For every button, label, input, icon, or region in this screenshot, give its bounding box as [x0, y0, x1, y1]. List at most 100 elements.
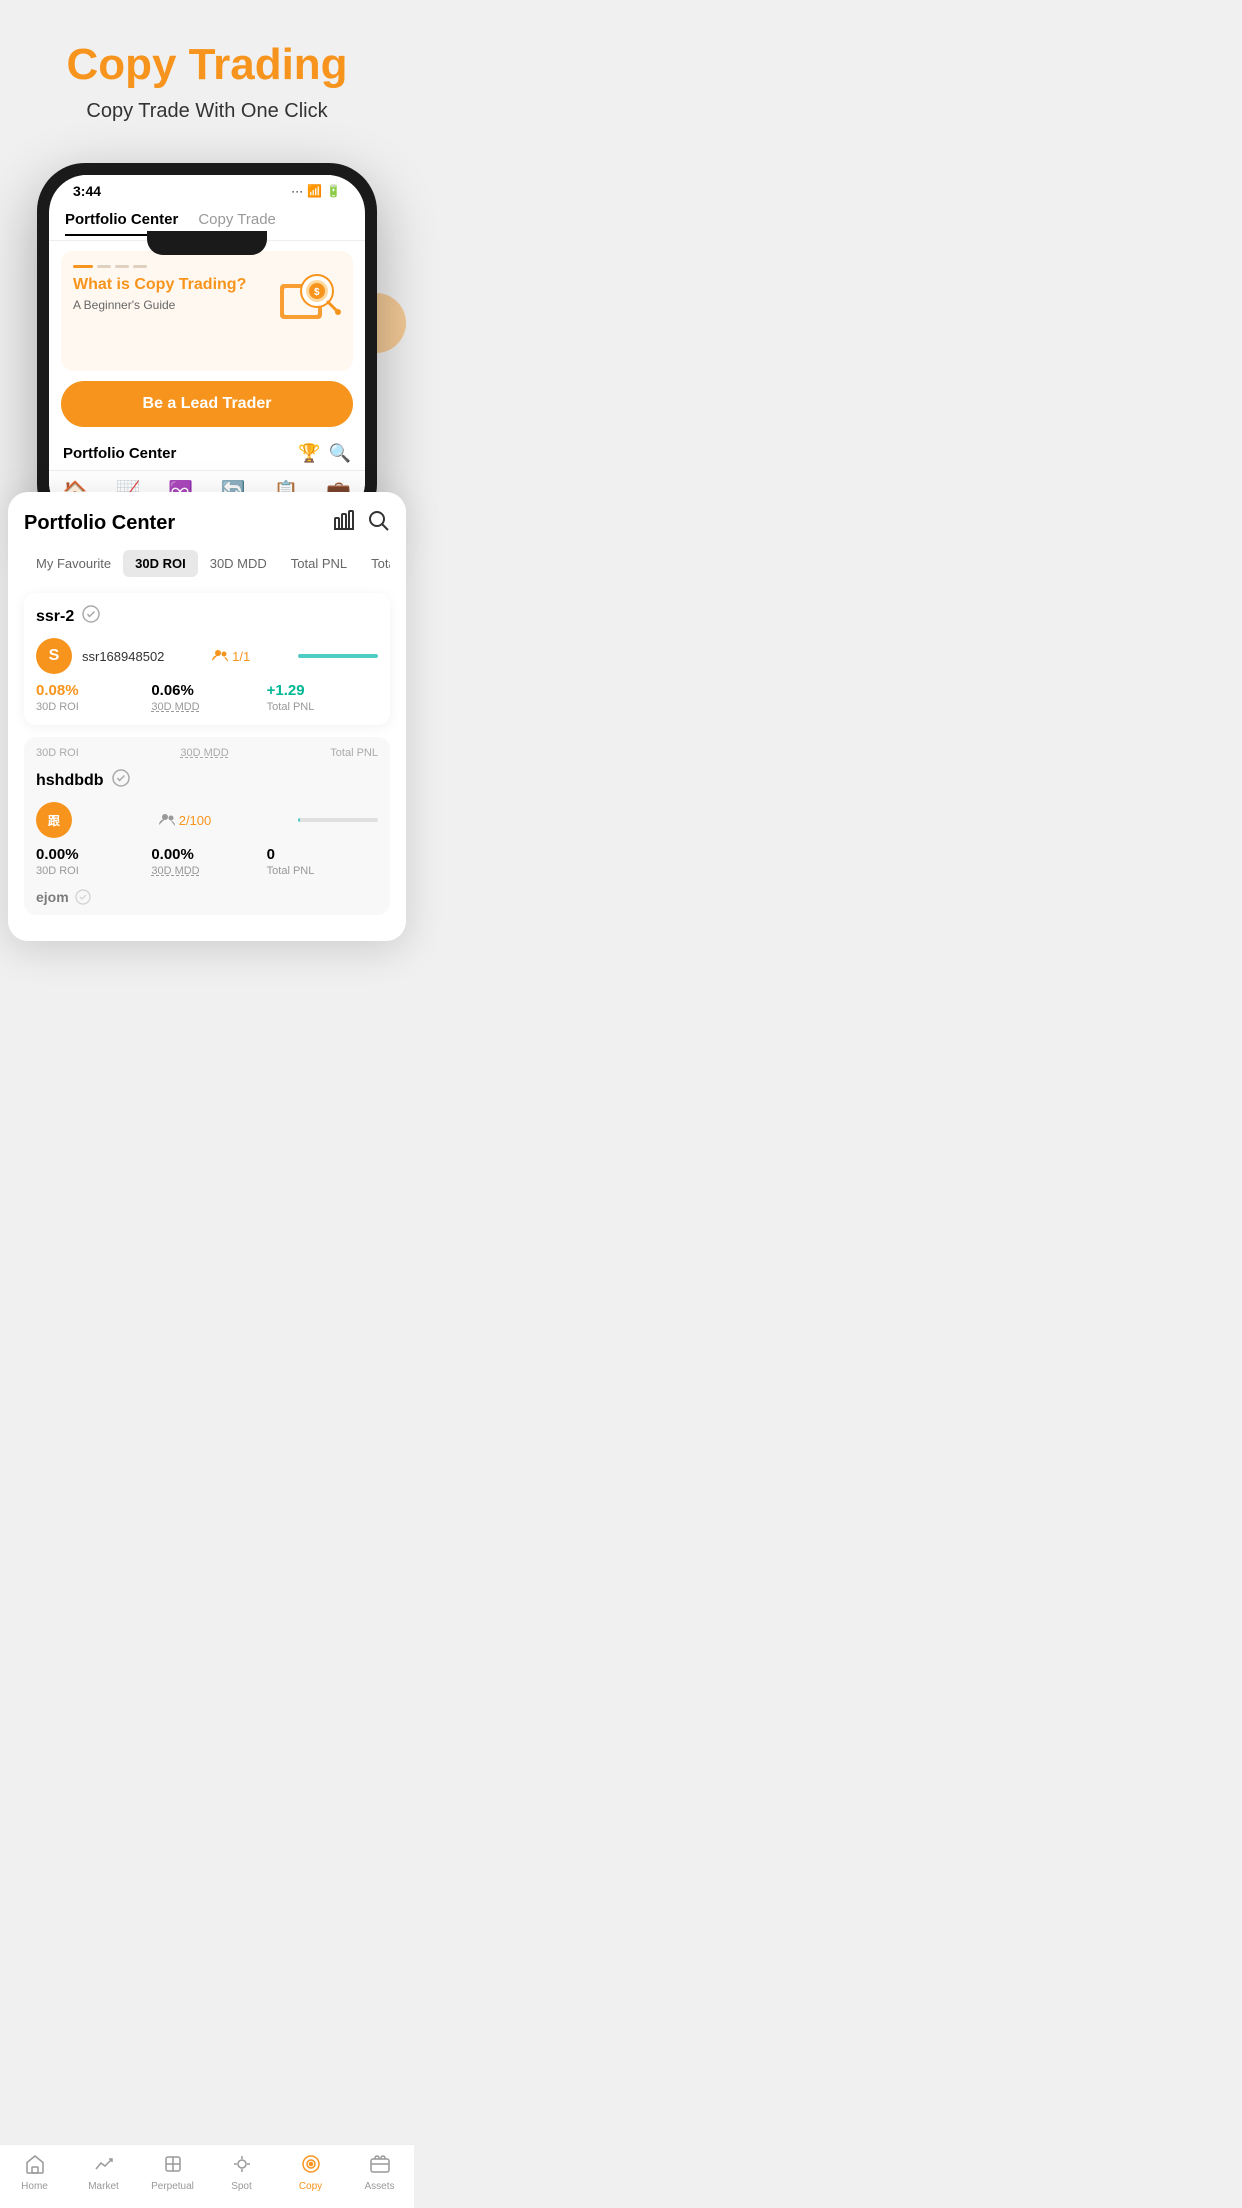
- trader-name-ssr2: ssr-2: [36, 608, 74, 626]
- trader-name-row-hshdbdb: hshdbdb: [36, 769, 378, 792]
- signal-icon: ···: [291, 184, 303, 198]
- battery-icon: 🔋: [326, 184, 341, 198]
- followers-count-ssr2: 1/1: [232, 649, 250, 664]
- nav-spot[interactable]: Spot: [207, 2153, 276, 2192]
- verified-icon-hshdbdb: [112, 769, 130, 792]
- roi-stat-hshdbdb: 0.00% 30D ROI: [36, 846, 147, 877]
- trader-name-hshdbdb: hshdbdb: [36, 772, 104, 790]
- filter-my-favourite[interactable]: My Favourite: [24, 550, 123, 577]
- filter-total-portfol[interactable]: Total Portfol: [359, 550, 390, 577]
- partial-trader-name: ejom: [36, 889, 69, 905]
- banner-dot-4: [133, 265, 147, 268]
- nav-perpetual[interactable]: Perpetual: [138, 2153, 207, 2192]
- progress-fill-ssr2: [298, 654, 378, 658]
- spot-nav-label: Spot: [231, 2181, 252, 2192]
- trader-followers-hshdbdb: 2/100: [159, 813, 212, 828]
- banner-dot-3: [115, 265, 129, 268]
- phone-frame: 3:44 ··· 📶 🔋 Portfolio Center Copy Trade: [37, 163, 377, 532]
- mdd-label-ssr2: 30D MDD: [151, 701, 262, 713]
- partial-mdd-header: 30D MDD: [180, 747, 228, 759]
- roi-stat-ssr2: 0.08% 30D ROI: [36, 682, 147, 713]
- trader-info-row-hshdbdb: 跟 2/100: [36, 802, 378, 838]
- pnl-label-ssr2: Total PNL: [267, 701, 378, 713]
- progress-bar-hshdbdb: [298, 818, 378, 822]
- search-icon-card[interactable]: [366, 508, 390, 538]
- roi-value-ssr2: 0.08%: [36, 682, 147, 699]
- trader-name-row-ssr2: ssr-2: [36, 605, 378, 628]
- filter-total-pnl[interactable]: Total PNL: [279, 550, 359, 577]
- roi-value-hshdbdb: 0.00%: [36, 846, 147, 863]
- pnl-label-hshdbdb: Total PNL: [267, 865, 378, 877]
- copy-nav-icon: [300, 2153, 322, 2179]
- banner-dot-2: [97, 265, 111, 268]
- progress-bar-ssr2: [298, 654, 378, 658]
- status-time: 3:44: [73, 183, 101, 199]
- leaderboard-icon-card[interactable]: [332, 508, 356, 538]
- trader-stats-ssr2: 0.08% 30D ROI 0.06% 30D MDD +1.29 Total …: [36, 682, 378, 713]
- phone-portfolio-title: Portfolio Center: [63, 445, 176, 462]
- phone-inner: 3:44 ··· 📶 🔋 Portfolio Center Copy Trade: [49, 175, 365, 520]
- partial-header-row: 30D ROI 30D MDD Total PNL: [36, 747, 378, 759]
- mdd-value-ssr2: 0.06%: [151, 682, 262, 699]
- mdd-value-hshdbdb: 0.00%: [151, 846, 262, 863]
- verified-icon-ssr2: [82, 605, 100, 628]
- be-lead-trader-button[interactable]: Be a Lead Trader: [61, 381, 353, 427]
- pnl-value-hshdbdb: 0: [267, 846, 378, 863]
- home-nav-label: Home: [21, 2181, 48, 2192]
- mdd-label-hshdbdb: 30D MDD: [151, 865, 262, 877]
- filter-30d-roi[interactable]: 30D ROI: [123, 550, 198, 577]
- phone-section-actions: 🏆 🔍: [298, 443, 351, 464]
- partial-roi-header: 30D ROI: [36, 747, 79, 759]
- page-header: Copy Trading Copy Trade With One Click: [0, 0, 414, 143]
- notch: [147, 231, 267, 255]
- nav-market[interactable]: Market: [69, 2153, 138, 2192]
- page-subtitle: Copy Trade With One Click: [20, 100, 394, 123]
- trader-card-ssr2: ssr-2 S ssr168948502: [24, 593, 390, 725]
- perpetual-nav-label: Perpetual: [151, 2181, 194, 2192]
- filter-30d-mdd[interactable]: 30D MDD: [198, 550, 279, 577]
- leaderboard-icon[interactable]: 🏆: [298, 443, 320, 464]
- mdd-stat-ssr2: 0.06% 30D MDD: [151, 682, 262, 713]
- home-nav-icon: [24, 2153, 46, 2179]
- trader-avatar-ssr2: S: [36, 638, 72, 674]
- filter-tabs: My Favourite 30D ROI 30D MDD Total PNL T…: [24, 550, 390, 577]
- roi-label-hshdbdb: 30D ROI: [36, 865, 147, 877]
- page-title: Copy Trading: [20, 40, 394, 90]
- trader-id-ssr2: ssr168948502: [82, 649, 164, 664]
- trader-followers-ssr2: 1/1: [212, 649, 250, 664]
- status-icons: ··· 📶 🔋: [291, 184, 341, 198]
- banner-illustration: $: [265, 259, 345, 339]
- bottom-nav: Home Market Perpetual Spot: [0, 2144, 414, 2208]
- banner-dot-1: [73, 265, 93, 268]
- phone-partial-section: 30D ROI 30D MDD Total PNL hshdbdb 跟: [24, 737, 390, 915]
- card-title: Portfolio Center: [24, 512, 175, 535]
- pnl-stat-ssr2: +1.29 Total PNL: [267, 682, 378, 713]
- svg-text:$: $: [314, 287, 320, 298]
- assets-nav-label: Assets: [364, 2181, 394, 2192]
- market-nav-label: Market: [88, 2181, 119, 2192]
- portfolio-floating-card: Portfolio Center: [8, 492, 406, 941]
- phone-mockup: 3:44 ··· 📶 🔋 Portfolio Center Copy Trade: [0, 163, 414, 532]
- verified-icon-ejom: [75, 889, 91, 905]
- perpetual-nav-icon: [162, 2153, 184, 2179]
- spot-nav-icon: [231, 2153, 253, 2179]
- status-bar: 3:44 ··· 📶 🔋: [49, 175, 365, 203]
- copy-nav-label: Copy: [299, 2181, 322, 2192]
- wifi-icon: 📶: [307, 184, 322, 198]
- nav-home[interactable]: Home: [0, 2153, 69, 2192]
- followers-count-hshdbdb: 2/100: [179, 813, 212, 828]
- phone-section-header: Portfolio Center 🏆 🔍: [49, 435, 365, 470]
- search-icon-phone[interactable]: 🔍: [329, 443, 351, 464]
- assets-nav-icon: [369, 2153, 391, 2179]
- phone-banner: What is Copy Trading? A Beginner's Guide…: [61, 251, 353, 371]
- nav-copy[interactable]: Copy: [276, 2153, 345, 2192]
- pnl-value-ssr2: +1.29: [267, 682, 378, 699]
- nav-assets[interactable]: Assets: [345, 2153, 414, 2192]
- card-header-icons: [332, 508, 390, 538]
- trader-row-hshdbdb: hshdbdb 跟: [36, 769, 378, 877]
- progress-fill-hshdbdb: [298, 818, 300, 822]
- market-nav-icon: [93, 2153, 115, 2179]
- card-header: Portfolio Center: [24, 508, 390, 538]
- trader-avatar-hshdbdb: 跟: [36, 802, 72, 838]
- trader-stats-hshdbdb: 0.00% 30D ROI 0.00% 30D MDD 0 Total PNL: [36, 846, 378, 877]
